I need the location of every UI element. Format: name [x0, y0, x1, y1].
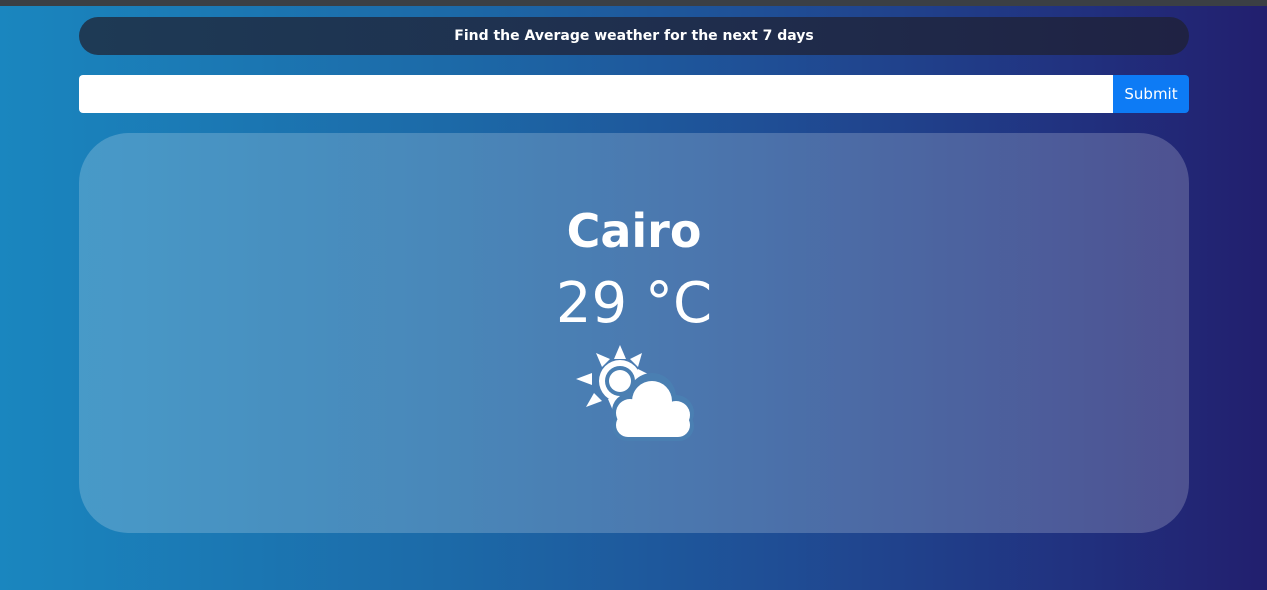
browser-top-strip	[0, 0, 1267, 6]
page-title: Find the Average weather for the next 7 …	[454, 28, 814, 44]
submit-button[interactable]: Submit	[1113, 75, 1189, 113]
weather-card: Cairo 29 °C	[79, 133, 1189, 533]
temperature-value: 29 °C	[555, 271, 713, 336]
partly-cloudy-day-icon	[576, 345, 694, 441]
city-name: Cairo	[566, 204, 702, 258]
city-search-input[interactable]	[79, 75, 1113, 113]
header-banner: Find the Average weather for the next 7 …	[79, 17, 1189, 55]
